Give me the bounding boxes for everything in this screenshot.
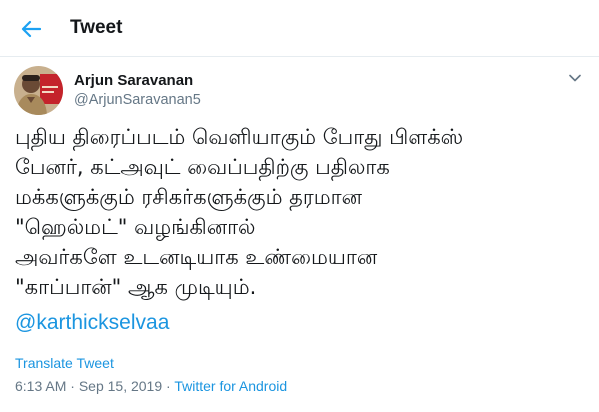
tweet-text-line: "ஹெல்மட்" வழங்கினால் (15, 215, 256, 239)
tweet-text-line: பேனர், கட்அவுட் வைப்பதிற்கு பதிலாக (15, 155, 390, 179)
tweet-text-line: மக்களுக்கும் ரசிகர்களுக்கும் தரமான (15, 185, 362, 209)
translate-tweet-link[interactable]: Translate Tweet (15, 355, 114, 371)
tweet-date[interactable]: Sep 15, 2019 (79, 378, 162, 394)
page-title: Tweet (70, 17, 123, 38)
meta-separator: · (70, 378, 75, 394)
tweet-header: Tweet (0, 0, 599, 57)
tweet-text-line: "காப்பான்" ஆக முடியும். (15, 275, 257, 299)
arrow-left-icon (21, 20, 41, 38)
tweet-text: புதிய திரைப்படம் வெளியாகும் போது பிளக்ஸ்… (15, 122, 585, 302)
author-handle[interactable]: @ArjunSaravanan5 (74, 92, 201, 108)
tweet-text-line: அவர்களே உடனடியாக உண்மையான (15, 245, 378, 269)
mention-link[interactable]: @karthickselvaa (15, 311, 169, 335)
back-button[interactable] (14, 12, 48, 46)
tweet-source-link[interactable]: Twitter for Android (174, 378, 287, 394)
avatar[interactable] (14, 66, 63, 115)
tweet-text-line: புதிய திரைப்படம் வெளியாகும் போது பிளக்ஸ் (15, 125, 464, 149)
meta-separator: · (166, 378, 171, 394)
tweet-time[interactable]: 6:13 AM (15, 378, 66, 394)
chevron-down-icon (569, 74, 581, 82)
author-name[interactable]: Arjun Saravanan (74, 72, 193, 89)
more-options-button[interactable] (564, 68, 586, 88)
tweet-metadata: 6:13 AM · Sep 15, 2019 · Twitter for And… (15, 378, 287, 394)
